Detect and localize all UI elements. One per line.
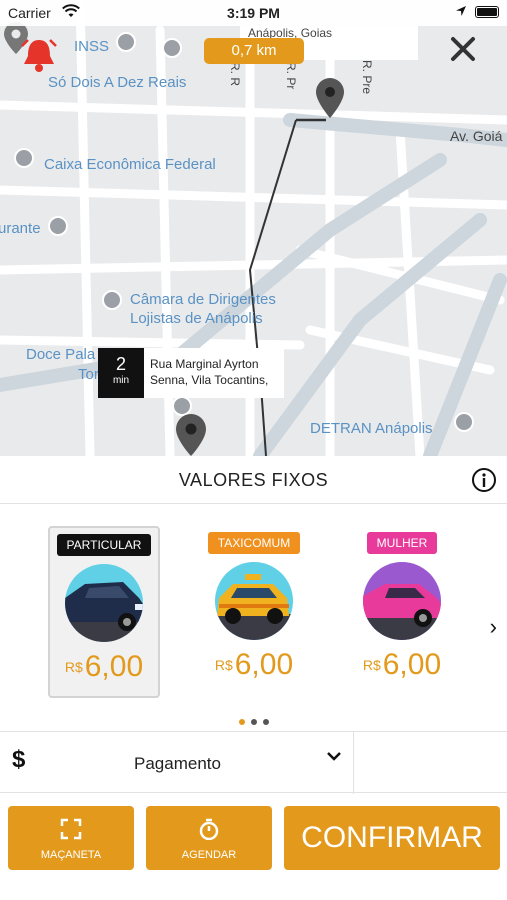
divider	[353, 732, 354, 794]
eta-unit: min	[112, 375, 130, 386]
macaneta-label: MAÇANETA	[40, 849, 102, 861]
eta-address: Rua Marginal Ayrton Senna, Vila Tocantin…	[144, 348, 284, 398]
close-icon[interactable]	[446, 32, 480, 66]
car-tag: PARTICULAR	[56, 534, 152, 556]
car-option-taxicomum[interactable]: TAXICOMUM R$6,00	[198, 526, 310, 698]
panel-title: VALORES FIXOS	[178, 470, 329, 490]
eta-callout: 2 min Rua Marginal Ayrton Senna, Vila To…	[98, 348, 284, 398]
eta-time-box: 2 min	[98, 348, 144, 398]
page-dot[interactable]	[250, 719, 257, 725]
car-option-mulher[interactable]: MULHER R$6,00	[346, 526, 458, 698]
map-label-so-dois: Só Dois A Dez Reais	[48, 74, 187, 91]
car-mulher-icon	[363, 562, 441, 640]
bank-icon	[116, 32, 136, 52]
expand-icon	[60, 818, 82, 840]
ride-options-panel: VALORES FIXOS PARTICULAR R$6,00 TAXICOMU…	[0, 456, 507, 900]
restaurant-icon	[48, 216, 68, 236]
map-label-street-r2: R. Pr	[284, 62, 298, 90]
map-label-inss: INSS	[74, 38, 110, 55]
map-label-camara: Câmara de Dirigentes Lojistas de Anápoli…	[130, 291, 276, 327]
chevron-down-icon[interactable]	[326, 750, 342, 762]
distance-badge: 0,7 km	[204, 38, 304, 64]
place-icon	[102, 290, 122, 310]
car-particular-icon	[65, 564, 143, 642]
shop-icon	[162, 38, 182, 58]
car-price: R$6,00	[214, 648, 294, 681]
page-dot[interactable]	[238, 719, 245, 725]
payment-label: Pagamento	[134, 754, 221, 773]
macaneta-button[interactable]: MAÇANETA	[8, 806, 134, 870]
car-price: R$6,00	[362, 648, 442, 681]
info-icon[interactable]	[471, 467, 497, 493]
battery-icon	[475, 6, 499, 18]
stopwatch-icon	[199, 818, 219, 841]
taxi-icon	[215, 562, 293, 640]
bank-icon	[454, 412, 474, 432]
map-label-street-r1: R. R	[228, 62, 242, 86]
panel-header: VALORES FIXOS	[0, 456, 507, 504]
clock: 3:19 PM	[227, 5, 280, 21]
origin-pin-icon	[176, 414, 206, 456]
shop-icon	[172, 396, 192, 416]
bell-icon[interactable]	[20, 36, 58, 76]
status-bar: Carrier 3:19 PM	[0, 0, 507, 26]
car-tag: TAXICOMUM	[207, 532, 301, 554]
carousel-pagination	[0, 712, 507, 730]
agendar-button[interactable]: AGENDAR	[146, 806, 272, 870]
car-carousel[interactable]: PARTICULAR R$6,00 TAXICOMUM R$6,00 MULHE…	[0, 526, 507, 706]
business-icon	[14, 148, 34, 168]
map-view[interactable]: INSS Só Dois A Dez Reais Caixa Econômica…	[0, 0, 507, 456]
action-bar: MAÇANETA AGENDAR CONFIRMAR	[0, 806, 507, 872]
map-label-street-r3: R. Pre	[360, 60, 374, 95]
confirmar-button[interactable]: CONFIRMAR	[284, 806, 500, 870]
page-dot[interactable]	[262, 719, 269, 725]
map-label-restaurante: urante	[0, 220, 41, 237]
agendar-label: AGENDAR	[181, 849, 237, 861]
map-label-av-goia: Av. Goiá	[450, 128, 503, 144]
car-option-particular[interactable]: PARTICULAR R$6,00	[48, 526, 160, 698]
destination-pin-icon	[316, 78, 344, 118]
chevron-right-icon[interactable]: ›	[490, 614, 497, 640]
map-label-detran: DETRAN Anápolis	[310, 420, 433, 437]
payment-selector[interactable]: $ Pagamento	[0, 731, 507, 794]
map-label-doce-pala: Doce Pala	[26, 346, 96, 363]
map-label-tor: Tor	[78, 366, 99, 383]
eta-value: 2	[115, 354, 126, 374]
location-arrow-icon	[456, 6, 466, 16]
dollar-icon: $	[12, 746, 26, 773]
car-tag: MULHER	[366, 532, 438, 554]
map-label-caixa: Caixa Econômica Federal	[44, 156, 216, 173]
car-price: R$6,00	[64, 650, 144, 683]
